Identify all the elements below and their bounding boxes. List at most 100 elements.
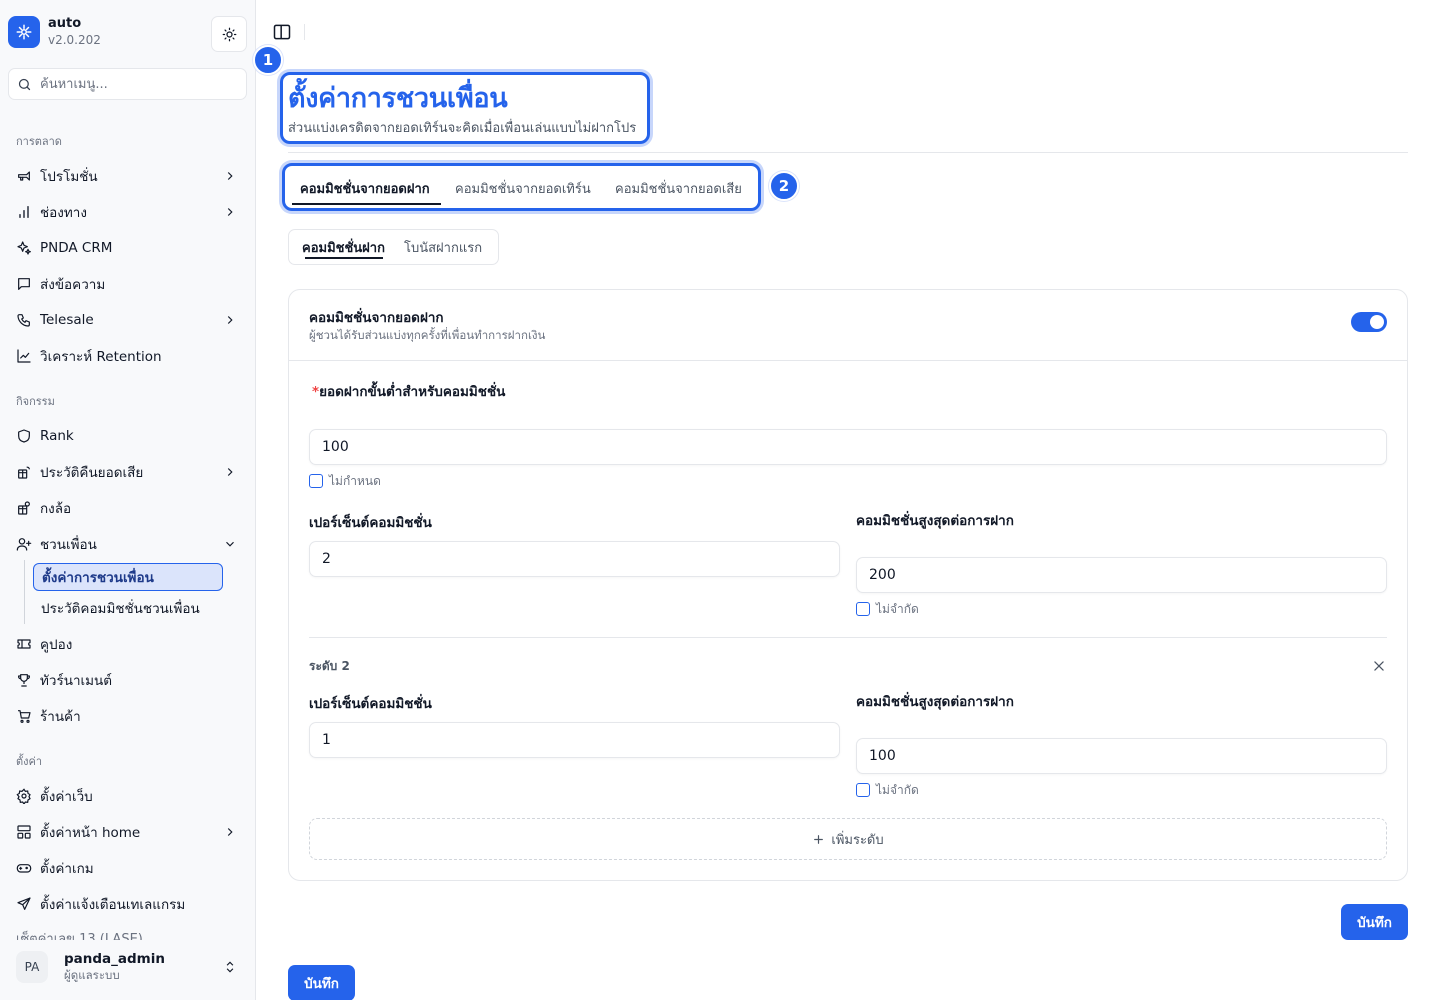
sidebar-item-cut-off: เซ็ตค่าเลข 13 (LASE): [16, 932, 143, 940]
sidebar-item-promotion[interactable]: โปรโมชั่น: [8, 160, 247, 192]
percent-label: เปอร์เซ็นต์คอมมิชชั่น: [309, 515, 432, 531]
ticket-icon: [16, 636, 32, 652]
sidebar-item-label: ตั้งค่าหน้า home: [40, 825, 141, 841]
tab-deposit-commission[interactable]: คอมมิชชั่นจากยอดฝาก: [300, 178, 430, 199]
min-deposit-unlimited-checkbox[interactable]: [309, 474, 323, 488]
sidebar-item-label: ประวัติคืนยอดเสีย: [40, 465, 144, 481]
min-deposit-label: *ยอดฝากขั้นต่ำสำหรับคอมมิชชั่น: [312, 380, 505, 402]
min-deposit-input[interactable]: [309, 429, 1387, 465]
level-1-no-limit-checkbox[interactable]: [856, 602, 870, 616]
sidebar-item-label: ทัวร์นาเมนต์: [40, 673, 113, 689]
sidebar-item-label: Rank: [40, 428, 74, 444]
sidebar-item-web-settings[interactable]: ตั้งค่าเว็บ: [8, 780, 247, 812]
section-label-activity: กิจกรรม: [16, 395, 55, 408]
sidebar-toggle-button[interactable]: [272, 22, 292, 42]
gamepad-icon: [16, 860, 32, 876]
active-tab-indicator: [292, 203, 441, 205]
sidebar-item-rank[interactable]: Rank: [8, 420, 247, 452]
sidebar-item-label: ชวนเพื่อน: [40, 537, 97, 553]
level-2-no-limit-checkbox[interactable]: [856, 783, 870, 797]
shield-icon: [16, 428, 32, 444]
sidebar-item-channel[interactable]: ช่องทาง: [8, 196, 247, 228]
sidebar-item-shop[interactable]: ร้านค้า: [8, 700, 247, 732]
card-title: คอมมิชชั่นจากยอดฝาก: [309, 310, 444, 326]
level-2-no-limit-label: ไม่จำกัด: [876, 783, 919, 797]
gear-icon: [16, 788, 32, 804]
page-subtitle: ส่วนแบ่งเครดิตจากยอดเทิร์นจะคิดเมื่อเพื่…: [288, 121, 637, 136]
sun-icon: [222, 27, 236, 41]
sidebar-item-invite[interactable]: ชวนเพื่อน: [8, 528, 247, 560]
level-2-max-label: คอมมิชชั่นสูงสุดต่อการฝาก: [856, 694, 1014, 710]
sidebar-item-message[interactable]: ส่งข้อความ: [8, 268, 247, 300]
tab-turnover-commission[interactable]: คอมมิชชั่นจากยอดเทิร์น: [455, 178, 591, 199]
card-header-divider: [289, 360, 1407, 361]
sidebar-item-label: ร้านค้า: [40, 709, 81, 725]
sidebar-item-telegram-settings[interactable]: ตั้งค่าแจ้งเตือนเทเลแกรม: [8, 888, 247, 920]
page-title: ตั้งค่าการชวนเพื่อน: [288, 83, 508, 114]
min-deposit-label-text: ยอดฝากขั้นต่ำสำหรับคอมมิชชั่น: [319, 384, 506, 400]
sidebar-item-telesale[interactable]: Telesale: [8, 304, 247, 336]
phone-icon: [16, 312, 32, 328]
callout-badge-2: 2: [769, 171, 799, 201]
card-description: ผู้ชวนได้รับส่วนแบ่งทุกครั้งที่เพื่อนทำก…: [309, 328, 546, 342]
subtab-first-deposit-bonus[interactable]: โบนัสฝากแรก: [404, 237, 482, 258]
min-deposit-unlimited-label: ไม่กำหนด: [329, 474, 381, 488]
save-button-card[interactable]: บันทึก: [1341, 904, 1408, 940]
plus-icon: [814, 834, 824, 844]
search-input[interactable]: [40, 76, 230, 92]
sidebar-item-crm[interactable]: PNDA CRM: [8, 232, 247, 264]
brand-version: v2.0.202: [48, 33, 101, 47]
chevron-right-icon: [227, 172, 233, 180]
header-divider: [288, 152, 1408, 153]
send-icon: [16, 896, 32, 912]
sidebar-item-wheel[interactable]: กงล้อ: [8, 492, 247, 524]
tab-loss-commission[interactable]: คอมมิชชั่นจากยอดเสีย: [615, 178, 742, 199]
sidebar-item-coupon[interactable]: คูปอง: [8, 628, 247, 660]
save-button-page[interactable]: บันทึก: [288, 965, 355, 1000]
enable-toggle[interactable]: [1351, 312, 1387, 332]
sidebar-item-label: วิเคราะห์ Retention: [40, 349, 162, 365]
subtab-deposit-commission[interactable]: คอมมิชชั่นฝาก: [302, 237, 385, 258]
brand[interactable]: auto v2.0.202: [8, 16, 101, 48]
sidebar-subitem-invite-settings[interactable]: ตั้งค่าการชวนเพื่อน: [33, 563, 223, 591]
level-1-max-input[interactable]: [856, 557, 1387, 593]
chevrons-up-down-icon: [226, 961, 234, 973]
sidebar-item-label: ช่องทาง: [40, 205, 87, 221]
sidebar-item-home-settings[interactable]: ตั้งค่าหน้า home: [8, 816, 247, 848]
section-label-settings: ตั้งค่า: [16, 755, 43, 768]
theme-toggle-button[interactable]: [211, 16, 247, 52]
sidebar-item-label: คูปอง: [40, 637, 73, 653]
level-2-percent-input[interactable]: [309, 722, 840, 758]
chevron-right-icon: [227, 828, 233, 836]
level-2-max-input[interactable]: [856, 738, 1387, 774]
sidebar-item-tournament[interactable]: ทัวร์นาเมนต์: [8, 664, 247, 696]
user-plus-icon: [16, 536, 32, 552]
message-icon: [16, 276, 32, 292]
trophy-icon: [16, 672, 32, 688]
sidebar-item-label: โปรโมชั่น: [40, 169, 98, 185]
level-1-percent-input[interactable]: [309, 541, 840, 577]
sidebar-subitem-invite-history[interactable]: ประวัติคอมมิชชั่นชวนเพื่อน: [33, 594, 223, 622]
user-menu[interactable]: PA panda_admin ผู้ดูแลระบบ: [8, 942, 247, 992]
max-commission-label: คอมมิชชั่นสูงสุดต่อการฝาก: [856, 513, 1014, 529]
toolbar-divider: [304, 24, 305, 40]
toggle-knob: [1370, 315, 1384, 329]
close-icon[interactable]: [1372, 659, 1386, 673]
add-level-button[interactable]: เพิ่มระดับ: [309, 818, 1387, 860]
sidebar-item-label: ตั้งค่าเว็บ: [40, 789, 93, 805]
megaphone-icon: [16, 168, 32, 184]
sidebar: auto v2.0.202 การตลาด โปรโมชั่น ช่องทาง …: [0, 0, 256, 1000]
chevron-right-icon: [227, 468, 233, 476]
sparkles-icon: [16, 240, 32, 256]
section-label-marketing: การตลาด: [16, 135, 62, 148]
search-icon: [18, 78, 31, 90]
sidebar-item-game-settings[interactable]: ตั้งค่าเกม: [8, 852, 247, 884]
menu-search[interactable]: [8, 68, 247, 100]
line-chart-icon: [16, 348, 32, 364]
chevron-right-icon: [227, 208, 233, 216]
sidebar-item-retention[interactable]: วิเคราะห์ Retention: [8, 340, 247, 372]
sidebar-item-cashback-history[interactable]: ประวัติคืนยอดเสีย: [8, 456, 247, 488]
submenu-line: [24, 560, 25, 624]
sidebar-item-label: ตั้งค่าเกม: [40, 861, 94, 877]
user-name: panda_admin: [64, 951, 165, 967]
